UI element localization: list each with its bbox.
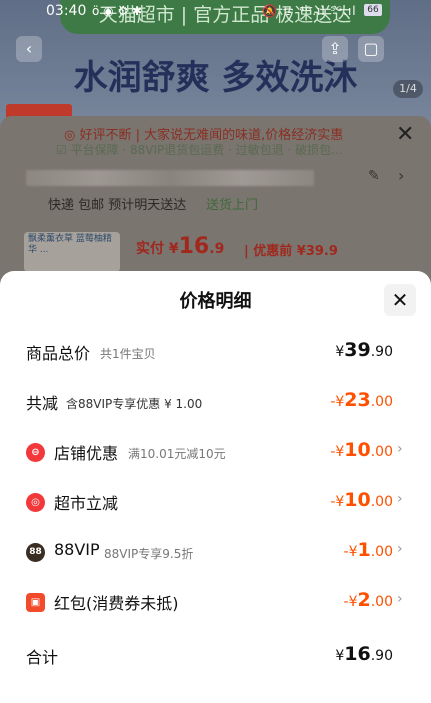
amount-currency: -¥ — [343, 544, 358, 560]
row-label: 合计 — [26, 648, 59, 667]
promo-price-dec: .9 — [209, 241, 225, 257]
chevron-right-icon[interactable]: › — [398, 166, 404, 185]
sheet-title: 价格明细 — [179, 291, 252, 312]
amount-cents: .90 — [370, 344, 393, 360]
status-signal-icons: 🔕 ᯤ ⁴ᴳ.ıl ⁵ᴳ.ıl — [262, 4, 357, 18]
row-sublabel: 含88VIP专享优惠 ¥ 1.00 — [66, 397, 203, 411]
market-discount-icon: ◎ — [26, 493, 45, 512]
amount-int: 10 — [344, 439, 371, 461]
promo-before-price: | 优惠前 ¥39.9 — [244, 244, 338, 259]
row-label: 店铺优惠 — [54, 444, 119, 463]
edit-icon[interactable]: ✎ — [368, 168, 380, 184]
chevron-right-icon: › — [397, 491, 403, 507]
amount-currency: ¥ — [335, 344, 345, 360]
share-button[interactable]: ⇪ — [322, 36, 348, 62]
row-market-discount[interactable]: ◎ 超市立减 -¥10.00 › — [0, 485, 431, 519]
row-sublabel: 满10.01元减10元 — [128, 447, 226, 461]
image-counter: 1/4 — [393, 80, 423, 98]
shipping-info: 快递 包邮 预计明天送达 — [48, 198, 187, 213]
status-notification-icons: ö ◉ ⚙ ✱ — [92, 4, 143, 18]
red-packet-icon: ▣ — [26, 593, 45, 612]
amount-currency: -¥ — [330, 394, 345, 410]
amount-cents: .00 — [370, 394, 393, 410]
row-grand-total: 合计 ¥16.90 — [0, 639, 431, 673]
amount-int: 16 — [344, 643, 371, 665]
status-time: 03:40 — [46, 3, 87, 19]
amount-currency: -¥ — [330, 444, 345, 460]
row-sublabel: 88VIP专享9.5折 — [104, 547, 194, 561]
row-label: 红包(消费券未抵) — [54, 594, 179, 613]
row-red-packet[interactable]: ▣ 红包(消费券未抵) -¥2.00 › — [0, 585, 431, 619]
blurred-address — [26, 170, 314, 186]
amount-currency: -¥ — [330, 494, 345, 510]
back-button[interactable]: ‹ — [16, 36, 42, 62]
row-amount: ¥39.90 — [335, 339, 393, 361]
promo-price-prefix: 实付 ¥ — [136, 241, 179, 257]
notice-close-icon[interactable]: ✕ — [396, 122, 414, 147]
shop-coupon-icon: ⊖ — [26, 443, 45, 462]
row-label: 88VIP — [54, 540, 100, 559]
cart-button[interactable]: ▢ — [358, 36, 384, 62]
chevron-right-icon: › — [397, 441, 403, 457]
promo-thumbnail: 飘柔薰衣草 蓝莓柚精华 ... — [24, 232, 120, 272]
row-amount: -¥10.00 — [330, 489, 393, 511]
promo-price-int: 16 — [178, 234, 210, 259]
guarantee-notice: ☑ 平台保障 · 88VIP退货包运费 · 过敏包退 · 破损包… — [56, 143, 344, 157]
row-label: 超市立减 — [54, 494, 119, 513]
amount-cents: .00 — [370, 494, 393, 510]
row-total-discount: 共减 含88VIP专享优惠 ¥ 1.00 -¥23.00 — [0, 385, 431, 419]
amount-int: 23 — [344, 389, 371, 411]
amount-cents: .00 — [370, 544, 393, 560]
battery-icon: 66 — [364, 4, 382, 16]
price-detail-sheet: 价格明细 ✕ 商品总价 共1件宝贝 ¥39.90 共减 含88VIP专享优惠 ¥… — [0, 271, 431, 703]
amount-cents: .00 — [370, 444, 393, 460]
amount-cents: .90 — [370, 648, 393, 664]
vip-icon: 88 — [26, 543, 45, 562]
row-label: 共减 — [26, 394, 59, 413]
row-amount: -¥1.00 — [344, 539, 393, 561]
status-bar: 03:40 ö ◉ ⚙ ✱ 🔕 ᯤ ⁴ᴳ.ıl ⁵ᴳ.ıl 66 — [0, 0, 431, 22]
amount-currency: -¥ — [343, 594, 358, 610]
row-total-price: 商品总价 共1件宝贝 ¥39.90 — [0, 335, 431, 369]
row-shop-discount[interactable]: ⊖ 店铺优惠 满10.01元减10元 -¥10.00 › — [0, 435, 431, 469]
row-label: 商品总价 — [26, 344, 91, 363]
row-sublabel: 共1件宝贝 — [100, 347, 156, 361]
chevron-right-icon: › — [397, 541, 403, 557]
delivery-type: 送货上门 — [206, 198, 259, 213]
amount-int: 1 — [357, 539, 371, 561]
amount-int: 2 — [357, 589, 371, 611]
row-amount: ¥16.90 — [335, 643, 393, 665]
row-amount: -¥23.00 — [330, 389, 393, 411]
amount-int: 10 — [344, 489, 371, 511]
row-amount: -¥10.00 — [330, 439, 393, 461]
row-88vip-discount[interactable]: 88 88VIP 88VIP专享9.5折 -¥1.00 › — [0, 535, 431, 569]
promo-final-price: 实付 ¥16.9 — [136, 234, 224, 259]
chevron-right-icon: › — [397, 591, 403, 607]
row-amount: -¥2.00 — [344, 589, 393, 611]
amount-cents: .00 — [370, 594, 393, 610]
amount-int: 39 — [344, 339, 371, 361]
close-button[interactable]: ✕ — [384, 284, 416, 316]
amount-currency: ¥ — [335, 648, 345, 664]
